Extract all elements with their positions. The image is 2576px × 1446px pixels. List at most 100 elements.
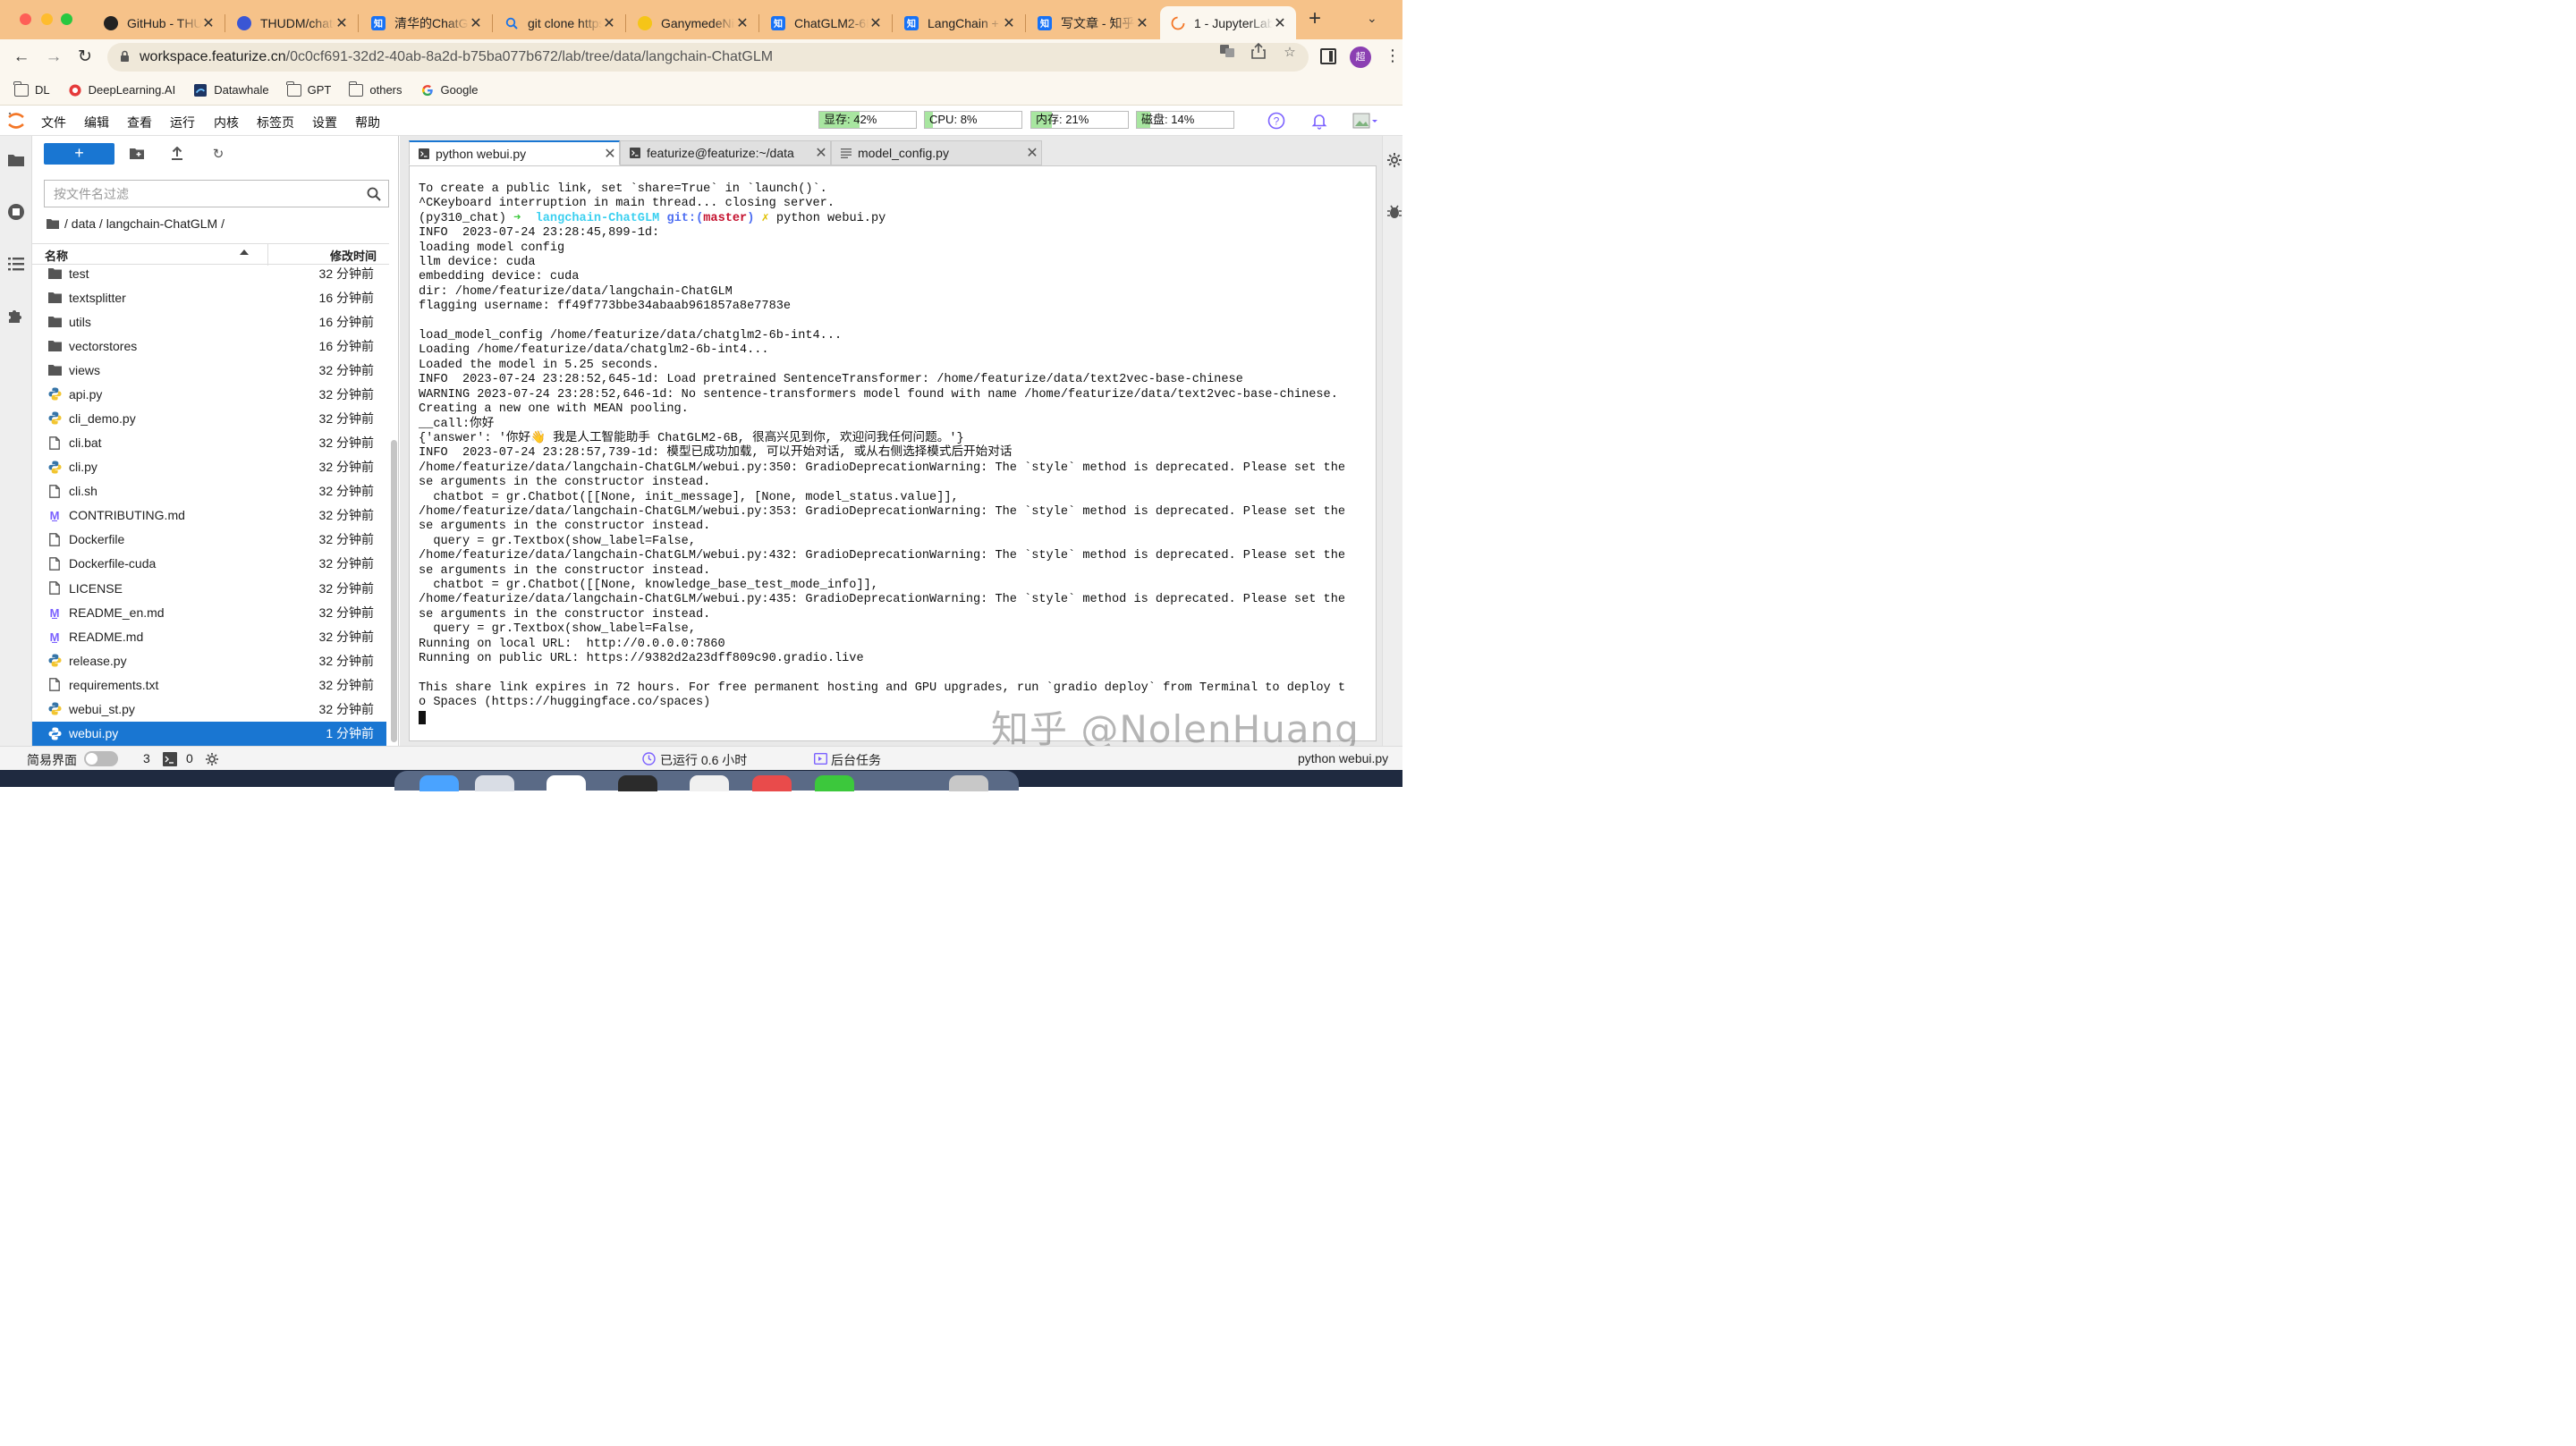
file-row[interactable]: M README_en.md 32 分钟前 <box>32 600 386 624</box>
file-row[interactable]: cli.py 32 分钟前 <box>32 455 386 479</box>
window-close-button[interactable] <box>20 13 31 25</box>
browser-tab[interactable]: GitHub - THUDM✕ <box>93 6 225 39</box>
jupyter-logo-icon[interactable] <box>7 111 25 131</box>
file-row[interactable]: cli_demo.py 32 分钟前 <box>32 406 386 430</box>
translate-icon[interactable] <box>1217 43 1237 63</box>
file-row[interactable]: utils 16 分钟前 <box>32 309 386 334</box>
user-avatar-icon[interactable] <box>1352 112 1377 130</box>
file-row[interactable]: webui_st.py 32 分钟前 <box>32 697 386 721</box>
bookmark-google[interactable]: Google <box>420 83 478 97</box>
browser-tab[interactable]: git clone https ✕ <box>494 6 626 39</box>
browser-tab[interactable]: GanymedeNil ✕ <box>627 6 759 39</box>
close-icon[interactable]: ✕ <box>1002 14 1016 32</box>
close-icon[interactable]: ✕ <box>812 144 830 162</box>
refresh-icon[interactable]: ↻ <box>210 147 226 163</box>
file-row[interactable]: api.py 32 分钟前 <box>32 382 386 406</box>
menu-file[interactable]: 文件 <box>41 114 66 131</box>
dock-app-icon[interactable] <box>752 775 792 791</box>
new-launcher-button[interactable]: + <box>44 143 114 165</box>
close-icon[interactable]: ✕ <box>869 14 883 32</box>
file-row[interactable]: views 32 分钟前 <box>32 358 386 382</box>
file-row[interactable]: Dockerfile 32 分钟前 <box>32 528 386 552</box>
file-row[interactable]: requirements.txt 32 分钟前 <box>32 672 386 697</box>
window-minimize-button[interactable] <box>41 13 53 25</box>
close-icon[interactable]: ✕ <box>1023 144 1041 162</box>
file-filter-input[interactable] <box>45 181 349 207</box>
simple-mode-toggle[interactable] <box>84 751 118 766</box>
help-icon[interactable]: ? <box>1267 112 1285 130</box>
file-row[interactable]: webui.py 1 分钟前 <box>32 721 386 746</box>
tab-search-chevron-icon[interactable]: ⌄ <box>1367 11 1377 26</box>
address-bar[interactable]: workspace.featurize.cn/0c0cf691-32d2-40a… <box>107 43 1309 72</box>
upload-icon[interactable] <box>169 146 185 163</box>
file-row[interactable]: cli.bat 32 分钟前 <box>32 431 386 455</box>
chrome-menu-icon[interactable]: ⋮ <box>1385 47 1401 65</box>
notification-bell-icon[interactable] <box>1310 112 1328 130</box>
file-list-scrollbar[interactable] <box>391 440 397 742</box>
close-icon[interactable]: ✕ <box>602 14 616 32</box>
browser-tab[interactable]: 知 ChatGLM2-6B ✕ <box>760 6 893 39</box>
new-tab-button[interactable]: + <box>1304 8 1326 30</box>
file-row[interactable]: release.py 32 分钟前 <box>32 648 386 672</box>
browser-tab[interactable]: 知写文章 - 知乎 ✕ <box>1027 6 1158 39</box>
menu-tabs[interactable]: 标签页 <box>257 114 294 131</box>
reload-icon[interactable]: ↻ <box>74 47 96 68</box>
menu-kernel[interactable]: 内核 <box>214 114 239 131</box>
dock-app-icon[interactable] <box>618 775 657 791</box>
file-row[interactable]: LICENSE 32 分钟前 <box>32 576 386 600</box>
menu-run[interactable]: 运行 <box>170 114 195 131</box>
bookmark-datawhale[interactable]: Datawhale <box>193 83 269 97</box>
folder-icon[interactable] <box>7 151 25 169</box>
file-filter-field[interactable] <box>44 180 389 207</box>
tab-featurize-terminal[interactable]: featurize@featurize:~/data ✕ <box>620 140 831 165</box>
tab-model-config[interactable]: model_config.py ✕ <box>831 140 1042 165</box>
file-row[interactable]: textsplitter 16 分钟前 <box>32 285 386 309</box>
close-icon[interactable]: ✕ <box>201 14 216 32</box>
window-zoom-button[interactable] <box>61 13 72 25</box>
profile-avatar[interactable]: 超 <box>1350 47 1371 68</box>
property-inspector-gear-icon[interactable] <box>1386 152 1402 168</box>
dock-app-icon[interactable] <box>949 775 988 791</box>
running-kernels-icon[interactable] <box>7 203 25 221</box>
new-folder-icon[interactable] <box>129 147 145 163</box>
browser-tab[interactable]: 1 - JupyterLab ✕ <box>1160 6 1296 39</box>
dock-app-icon[interactable] <box>690 775 729 791</box>
back-arrow-icon[interactable]: ← <box>11 47 32 68</box>
close-icon[interactable]: ✕ <box>469 14 483 32</box>
bookmark-others[interactable]: others <box>348 80 402 97</box>
kernel-count[interactable]: 3 <box>143 751 150 765</box>
file-row[interactable]: M CONTRIBUTING.md 32 分钟前 <box>32 503 386 528</box>
close-icon[interactable]: ✕ <box>1135 14 1149 32</box>
menu-help[interactable]: 帮助 <box>355 114 380 131</box>
sort-ascending-icon[interactable] <box>240 249 249 255</box>
close-icon[interactable]: ✕ <box>735 14 750 32</box>
dock-app-icon[interactable] <box>547 775 586 791</box>
bookmark-gpt[interactable]: GPT <box>286 80 331 97</box>
close-icon[interactable]: ✕ <box>601 145 619 163</box>
extension-puzzle-icon[interactable] <box>7 307 25 325</box>
browser-tab[interactable]: 知 LangChain + ✕ <box>894 6 1026 39</box>
share-icon[interactable] <box>1249 42 1268 63</box>
table-of-contents-icon[interactable] <box>7 255 25 273</box>
background-tasks-label[interactable]: 后台任务 <box>831 751 881 769</box>
terminal-count[interactable]: 0 <box>186 751 193 765</box>
file-row[interactable]: cli.sh 32 分钟前 <box>32 479 386 503</box>
terminal-panel[interactable]: To create a public link, set `share=True… <box>409 165 1377 741</box>
dock-app-icon[interactable] <box>419 775 459 791</box>
browser-tab[interactable]: 知清华的ChatGLM✕ <box>360 6 493 39</box>
file-row[interactable]: test 32 分钟前 <box>32 261 386 285</box>
menu-settings[interactable]: 设置 <box>312 114 337 131</box>
bookmark-deeplearning-ai[interactable]: DeepLearning.AI <box>68 83 175 97</box>
bookmark-star-icon[interactable]: ☆ <box>1280 43 1300 63</box>
bookmark-dl[interactable]: DL <box>13 80 50 97</box>
close-icon[interactable]: ✕ <box>335 14 349 32</box>
file-row[interactable]: Dockerfile-cuda 32 分钟前 <box>32 552 386 576</box>
dock-app-icon[interactable] <box>815 775 854 791</box>
menu-edit[interactable]: 编辑 <box>84 114 109 131</box>
breadcrumb[interactable]: / data / langchain-ChatGLM / <box>47 216 225 231</box>
browser-tab[interactable]: THUDM/chatGLM✕ <box>226 6 359 39</box>
debugger-bug-icon[interactable] <box>1386 204 1402 220</box>
file-row[interactable]: M README.md 32 分钟前 <box>32 624 386 648</box>
side-panel-icon[interactable] <box>1320 48 1336 64</box>
forward-arrow-icon[interactable]: → <box>43 47 64 68</box>
